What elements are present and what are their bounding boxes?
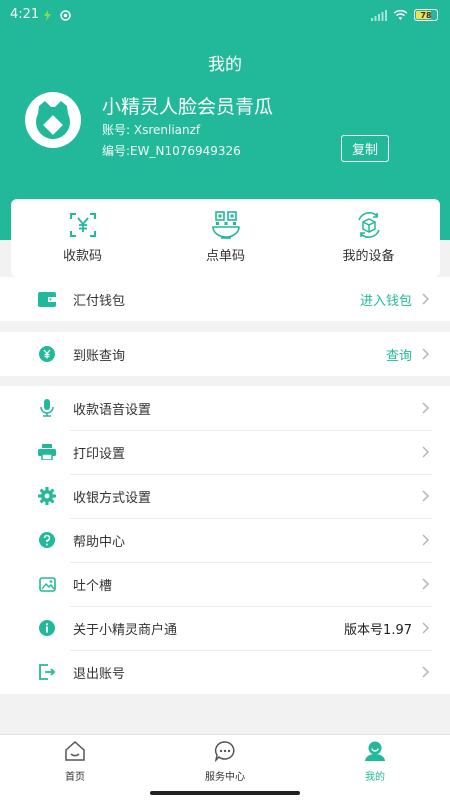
- user-account: 账号: Xsrenlianzf: [102, 123, 201, 137]
- menu-feedback[interactable]: 吐个槽: [0, 562, 450, 606]
- quick-label: 收款码: [62, 249, 102, 264]
- chevron-right-icon: [422, 534, 430, 546]
- menu-label: 帮助中心: [73, 534, 126, 550]
- tab-label: 服务中心: [205, 772, 245, 783]
- status-bar: 4:21 78: [0, 0, 450, 32]
- mascot-logo-icon: [36, 101, 70, 139]
- quick-actions-card: 收款码 点单码 我的设备: [11, 199, 440, 277]
- avatar[interactable]: [25, 92, 81, 148]
- menu-label: 退出账号: [73, 666, 126, 682]
- wallet-group: 汇付钱包 进入钱包: [0, 277, 450, 321]
- printer-icon: [38, 443, 56, 461]
- quick-item-payment-code[interactable]: 收款码: [11, 199, 154, 277]
- menu-label: 关于小精灵商户通: [73, 622, 178, 638]
- chevron-right-icon: [422, 446, 430, 458]
- menu-help-center[interactable]: 帮助中心: [0, 518, 450, 562]
- arrival-value[interactable]: 查询: [386, 345, 412, 364]
- tab-mine[interactable]: 我的: [300, 735, 450, 800]
- device-box-icon: [357, 212, 380, 238]
- image-feedback-icon: [38, 575, 56, 593]
- wallet-row[interactable]: 汇付钱包 进入钱包: [0, 277, 450, 321]
- yuan-coin-icon: [38, 345, 56, 363]
- status-right: 78: [371, 9, 438, 21]
- chevron-right-icon: [422, 490, 430, 502]
- quick-label: 点单码: [205, 249, 245, 264]
- microphone-icon: [38, 399, 56, 417]
- battery-level: 78: [420, 10, 432, 20]
- chevron-right-icon: [422, 578, 430, 590]
- menu-label: 吐个槽: [73, 578, 113, 594]
- wallet-icon: [38, 290, 56, 308]
- gear-icon: [38, 487, 56, 505]
- menu-voice-settings[interactable]: 收款语音设置: [0, 386, 450, 430]
- chevron-right-icon: [422, 293, 430, 305]
- help-icon: [38, 531, 56, 549]
- tab-label: 我的: [365, 772, 385, 783]
- menu-cashier-settings[interactable]: 收银方式设置: [0, 474, 450, 518]
- logout-icon: [38, 663, 56, 681]
- tab-home[interactable]: 首页: [0, 735, 150, 800]
- charging-icon: [44, 10, 51, 21]
- menu-about[interactable]: 关于小精灵商户通 版本号1.97: [0, 606, 450, 650]
- menu-label: 打印设置: [73, 446, 126, 462]
- user-name: 小精灵人脸会员青瓜: [102, 96, 274, 118]
- page-title: 我的: [208, 55, 242, 75]
- quick-item-my-devices[interactable]: 我的设备: [297, 199, 440, 277]
- wallet-label: 汇付钱包: [73, 293, 126, 309]
- version-value: 版本号1.97: [344, 622, 412, 638]
- battery-icon: 78: [414, 9, 438, 21]
- chevron-right-icon: [422, 402, 430, 414]
- home-icon: [65, 740, 85, 761]
- app-notification-icon: [60, 10, 71, 21]
- wallet-value[interactable]: 进入钱包: [360, 290, 412, 309]
- quick-label: 我的设备: [342, 249, 395, 264]
- chevron-right-icon: [422, 348, 430, 360]
- chat-bubble-icon: [214, 741, 235, 762]
- arrival-label: 到账查询: [73, 348, 126, 364]
- wifi-icon: [393, 9, 408, 20]
- chevron-right-icon: [422, 666, 430, 678]
- info-icon: [38, 619, 56, 637]
- menu-label: 收款语音设置: [73, 402, 152, 418]
- signal-icon: [371, 9, 387, 21]
- menu-print-settings[interactable]: 打印设置: [0, 430, 450, 474]
- menu-label: 收银方式设置: [73, 490, 152, 506]
- chevron-right-icon: [422, 622, 430, 634]
- user-serial: 编号:EW_N1076949326: [102, 144, 241, 158]
- qr-yuan-scan-icon: [69, 213, 96, 237]
- user-profile-icon: [365, 741, 385, 761]
- copy-button[interactable]: 复制: [341, 135, 389, 162]
- qr-bowl-icon: [211, 211, 240, 239]
- settings-menu: 收款语音设置 打印设置 收银方式设置 帮助中心 吐个槽 关于小精灵商户通 版本号…: [0, 386, 450, 694]
- tab-label: 首页: [65, 772, 85, 783]
- arrival-group: 到账查询 查询: [0, 332, 450, 376]
- status-time: 4:21: [10, 7, 40, 22]
- arrival-row[interactable]: 到账查询 查询: [0, 332, 450, 376]
- menu-logout[interactable]: 退出账号: [0, 650, 450, 694]
- home-indicator: [150, 791, 300, 795]
- quick-item-order-code[interactable]: 点单码: [154, 199, 297, 277]
